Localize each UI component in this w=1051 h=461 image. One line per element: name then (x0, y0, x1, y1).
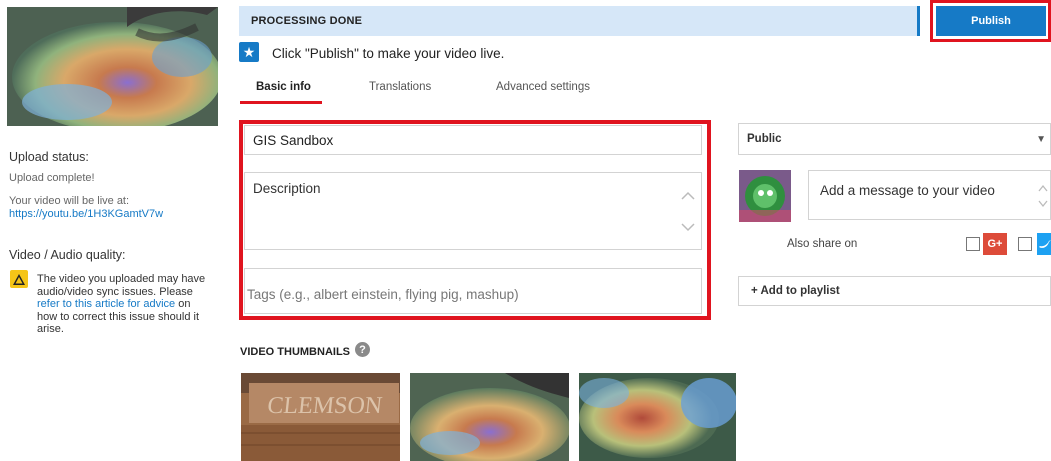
upload-status-title: Upload status: (9, 150, 89, 164)
chevron-down-icon[interactable] (681, 219, 695, 237)
privacy-value: Public (747, 133, 782, 145)
tab-advanced-settings[interactable]: Advanced settings (496, 81, 590, 93)
thumbnails-title: VIDEO THUMBNAILS (240, 346, 350, 358)
active-tab-indicator (240, 101, 322, 104)
publish-highlight: Publish (930, 0, 1051, 42)
message-placeholder: Add a message to your video (820, 183, 995, 198)
live-at-text: Your video will be live at: (9, 195, 130, 207)
tags-placeholder: Tags (e.g., albert einstein, flying pig,… (247, 287, 519, 302)
twitter-icon (1037, 233, 1051, 255)
processing-status: PROCESSING DONE (251, 15, 363, 27)
tab-translations[interactable]: Translations (369, 81, 431, 93)
publish-hint: Click "Publish" to make your video live. (272, 46, 505, 61)
chevron-up-icon[interactable] (681, 187, 695, 205)
warning-icon (10, 270, 28, 288)
privacy-select[interactable]: Public ▼ (738, 123, 1051, 155)
gplus-checkbox[interactable] (966, 237, 980, 251)
twitter-checkbox[interactable] (1018, 237, 1032, 251)
playlist-label: + Add to playlist (751, 285, 840, 297)
video-url-link[interactable]: https://youtu.be/1H3KGamtV7w (9, 207, 163, 221)
avatar (739, 170, 791, 222)
description-placeholder: Description (253, 181, 321, 196)
share-message-field[interactable]: Add a message to your video (808, 170, 1051, 220)
video-preview-image (7, 7, 218, 126)
svg-text:CLEMSON: CLEMSON (266, 393, 383, 419)
caret-down-icon: ▼ (1036, 134, 1046, 145)
star-icon: ★ (239, 42, 259, 62)
quality-warning: The video you uploaded may have audio/vi… (37, 273, 207, 336)
thumbnail-2[interactable] (410, 373, 569, 461)
processing-status-bar: PROCESSING DONE (239, 6, 920, 36)
tags-field[interactable]: Tags (e.g., albert einstein, flying pig,… (244, 268, 702, 314)
warning-text-1: The video you uploaded may have audio/vi… (37, 273, 206, 298)
share-label: Also share on (787, 238, 858, 250)
thumbnail-1[interactable]: CLEMSON (241, 373, 400, 461)
gplus-icon: G+ (983, 233, 1007, 255)
publish-button[interactable]: Publish (936, 6, 1046, 36)
title-input[interactable] (244, 125, 702, 155)
add-to-playlist-button[interactable]: + Add to playlist (738, 276, 1051, 306)
video-preview[interactable] (7, 7, 218, 126)
quality-title: Video / Audio quality: (9, 248, 126, 262)
thumbnail-3[interactable] (579, 373, 736, 461)
description-field[interactable]: Description (244, 172, 702, 250)
message-scroll-icon[interactable] (1038, 183, 1048, 209)
advice-link[interactable]: refer to this article for advice (37, 298, 175, 310)
help-icon[interactable]: ? (355, 342, 370, 357)
upload-complete-text: Upload complete! (9, 172, 95, 184)
tab-basic-info[interactable]: Basic info (256, 81, 311, 93)
